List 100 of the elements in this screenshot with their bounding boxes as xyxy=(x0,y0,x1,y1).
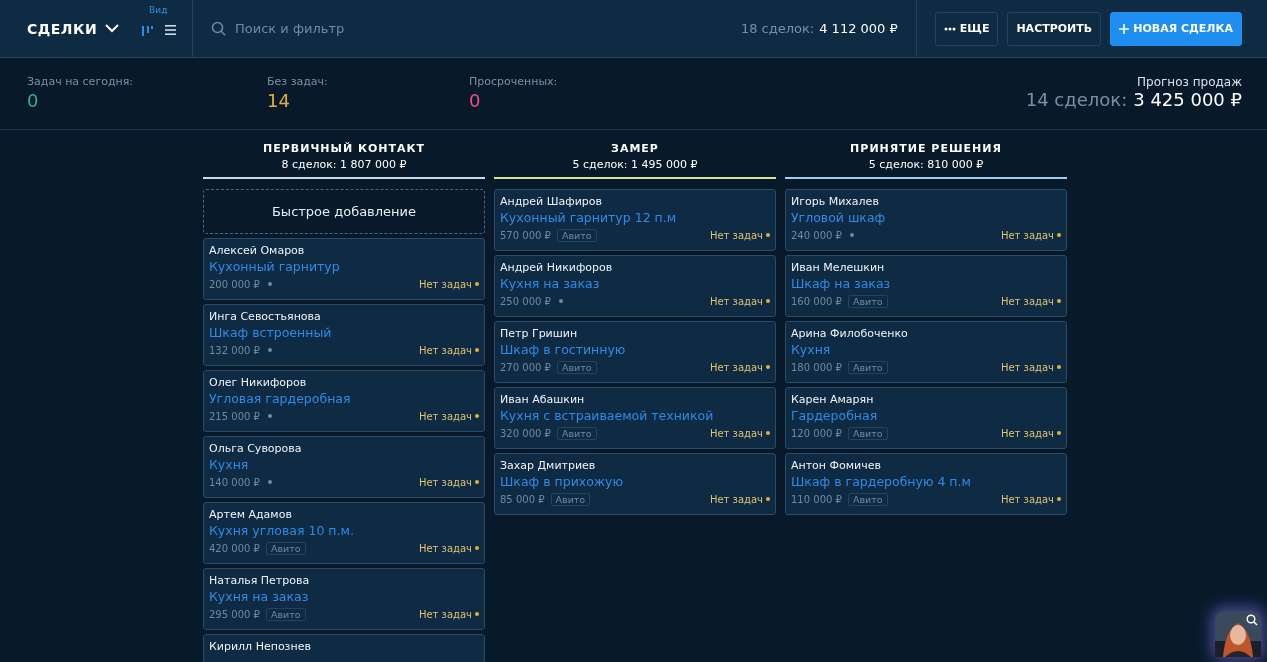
forecast-label: Прогноз продаж xyxy=(1137,75,1242,89)
deal-title-link[interactable]: Кухня угловая 10 п.м. xyxy=(209,522,479,540)
section-dropdown[interactable]: СДЕЛКИ xyxy=(27,20,120,37)
deal-card[interactable]: Наталья Петрова Кухня на заказ 295 000 ₽ Авито Нет задач xyxy=(203,568,485,630)
dot-icon xyxy=(267,282,272,286)
deal-card[interactable]: Алексей Омаров Кухонный гарнитур 200 000 ₽ Нет задач xyxy=(203,238,485,300)
status-dot-icon xyxy=(1057,233,1061,237)
dots-icon xyxy=(943,26,956,31)
deal-title-link[interactable]: Кухня на заказ xyxy=(500,275,770,293)
source-tag: Авито xyxy=(265,607,306,621)
deal-title-link[interactable]: Шкаф на заказ xyxy=(791,275,1061,293)
status-dot-icon xyxy=(1057,497,1061,501)
deal-card[interactable]: Ольга Суворова Кухня 140 000 ₽ Нет задач xyxy=(203,436,485,498)
deal-title-link[interactable]: Кухонный гарнитур xyxy=(209,258,479,276)
deal-title-link[interactable]: Угловой шкаф xyxy=(791,209,1061,227)
contact-name: Андрей Шафиров xyxy=(500,195,603,209)
stat-value: 0 xyxy=(27,90,40,111)
source-tag: Авито xyxy=(556,426,597,440)
stage-title: ПРИНЯТИЕ РЕШЕНИЯ xyxy=(850,142,1002,155)
deal-card[interactable]: Петр Гришин Шкаф в гостинную 270 000 ₽ Авито Нет задач xyxy=(494,321,776,383)
deal-price: 320 000 ₽ xyxy=(500,427,551,439)
status-dot-icon xyxy=(766,497,770,501)
deal-price: 250 000 ₽ xyxy=(500,295,551,307)
contact-name: Игорь Михалев xyxy=(791,195,880,209)
deal-card[interactable]: Андрей Никифоров Кухня на заказ 250 000 ₽ Нет задач xyxy=(494,255,776,317)
source-tag: Авито xyxy=(265,541,306,555)
deal-title-link[interactable]: Кухня с встраиваемой техникой xyxy=(500,407,770,425)
view-label: Вид xyxy=(149,4,168,15)
status-dot-icon xyxy=(1057,299,1061,303)
deal-title-link[interactable]: Шкаф в гардеробную 4 п.м xyxy=(791,473,1061,491)
status-dot-icon xyxy=(475,480,479,484)
deal-price: 132 000 ₽ xyxy=(209,344,260,356)
task-status: Нет задач xyxy=(709,493,763,505)
source-tag: Авито xyxy=(556,360,597,374)
total-amount: 4 112 000 ₽ xyxy=(819,21,898,36)
deal-card[interactable]: Антон Фомичев Шкаф в гардеробную 4 п.м 110 000 ₽ Авито Нет задач xyxy=(785,453,1067,515)
deal-title-link[interactable]: Кухня xyxy=(791,341,1061,359)
deal-title-link[interactable]: Кухня на заказ xyxy=(209,588,479,606)
status-dot-icon xyxy=(475,414,479,418)
chat-search-icon xyxy=(1246,614,1258,626)
contact-name: Арина Филобоченко xyxy=(791,327,909,341)
contact-name: Иван Мелешкин xyxy=(791,261,886,275)
deal-price: 160 000 ₽ xyxy=(791,295,842,307)
status-dot-icon xyxy=(475,348,479,352)
deal-price: 180 000 ₽ xyxy=(791,361,842,373)
more-button[interactable]: ЕЩЕ xyxy=(934,11,999,46)
deal-card[interactable]: Андрей Шафиров Кухонный гарнитур 12 п.м 570 000 ₽ Авито Нет задач xyxy=(494,189,776,251)
contact-name: Петр Гришин xyxy=(500,327,579,341)
stat-label: Без задач: xyxy=(267,75,329,88)
deal-card[interactable]: Артем Адамов Кухня угловая 10 п.м. 420 000 ₽ Авито Нет задач xyxy=(203,502,485,564)
settings-button[interactable]: НАСТРОИТЬ xyxy=(1007,11,1102,46)
contact-name: Кирилл Непознев xyxy=(209,640,312,654)
list-view-icon[interactable] xyxy=(164,23,178,36)
deal-card[interactable]: Иван Мелешкин Шкаф на заказ 160 000 ₽ Авито Нет задач xyxy=(785,255,1067,317)
search-icon xyxy=(211,20,227,37)
deal-card[interactable]: Кирилл Непознев xyxy=(203,634,485,662)
deal-card[interactable]: Захар Дмитриев Шкаф в прихожую 85 000 ₽ Авито Нет задач xyxy=(494,453,776,515)
deal-title-link[interactable]: Угловая гардеробная xyxy=(209,390,479,408)
deal-price: 85 000 ₽ xyxy=(500,493,545,505)
deal-title-link[interactable]: Кухня xyxy=(209,456,479,474)
deal-title-link[interactable]: Гардеробная xyxy=(791,407,1061,425)
forecast-count: 14 сделок: xyxy=(1025,89,1128,110)
dot-icon xyxy=(558,299,563,303)
contact-name: Олег Никифоров xyxy=(209,376,308,390)
pipeline-view-icon[interactable] xyxy=(141,23,155,36)
task-status: Нет задач xyxy=(418,608,472,620)
deal-price: 110 000 ₽ xyxy=(791,493,842,505)
deal-price: 240 000 ₽ xyxy=(791,229,842,241)
status-dot-icon xyxy=(766,233,770,237)
deal-card[interactable]: Олег Никифоров Угловая гардеробная 215 000 ₽ Нет задач xyxy=(203,370,485,432)
stage-title: ПЕРВИЧНЫЙ КОНТАКТ xyxy=(263,142,425,155)
deal-title-link[interactable]: Шкаф в гостинную xyxy=(500,341,770,359)
deal-card[interactable]: Инга Севостьянова Шкаф встроенный 132 000 ₽ Нет задач xyxy=(203,304,485,366)
dot-icon xyxy=(849,233,854,237)
source-tag: Авито xyxy=(847,294,888,308)
deal-title-link[interactable]: Кухонный гарнитур 12 п.м xyxy=(500,209,770,227)
deal-card[interactable]: Арина Филобоченко Кухня 180 000 ₽ Авито Нет задач xyxy=(785,321,1067,383)
contact-name: Андрей Никифоров xyxy=(500,261,614,275)
contact-name: Антон Фомичев xyxy=(791,459,882,473)
task-status: Нет задач xyxy=(418,542,472,554)
contact-name: Захар Дмитриев xyxy=(500,459,597,473)
deal-card[interactable]: Иван Абашкин Кухня с встраиваемой техникой 320 000 ₽ Авито Нет задач xyxy=(494,387,776,449)
contact-name: Инга Севостьянова xyxy=(209,310,322,324)
deal-price: 120 000 ₽ xyxy=(791,427,842,439)
source-tag: Авито xyxy=(550,492,591,506)
deal-card[interactable]: Игорь Михалев Угловой шкаф 240 000 ₽ Нет задач xyxy=(785,189,1067,251)
search-field[interactable]: Поиск и фильтр xyxy=(233,20,537,37)
source-tag: Авито xyxy=(847,492,888,506)
quick-add-button[interactable]: Быстрое добавление xyxy=(203,189,485,234)
task-status: Нет задач xyxy=(1000,295,1054,307)
deal-title-link[interactable]: Шкаф встроенный xyxy=(209,324,479,342)
dot-icon xyxy=(267,348,272,352)
deal-title-link[interactable]: Шкаф в прихожую xyxy=(500,473,770,491)
stat-value: 14 xyxy=(267,90,291,111)
stage-summary: 8 сделок: 1 807 000 ₽ xyxy=(281,158,407,171)
deal-card[interactable]: Карен Амарян Гардеробная 120 000 ₽ Авито Нет задач xyxy=(785,387,1067,449)
deal-price: 295 000 ₽ xyxy=(209,608,260,620)
stat-label: Задач на сегодня: xyxy=(27,75,134,88)
stat-label: Просроченных: xyxy=(469,75,559,88)
deal-price: 270 000 ₽ xyxy=(500,361,551,373)
